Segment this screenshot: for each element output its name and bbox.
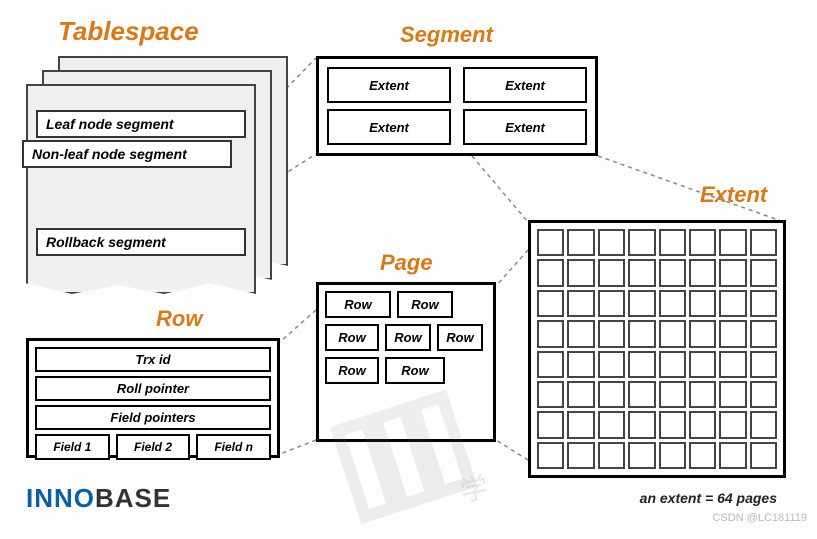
extent-page-cell: [659, 290, 686, 317]
page-row-cell: Row: [437, 324, 483, 351]
extent-page-cell: [628, 320, 655, 347]
extent-page-cell: [567, 259, 594, 286]
brand-logo: INNOBASE: [26, 483, 171, 514]
segment-extent-cell: Extent: [327, 109, 451, 145]
tablespace-leaf-segment: Leaf node segment: [36, 110, 246, 138]
page-row-cell: Row: [325, 291, 391, 318]
extent-page-cell: [719, 259, 746, 286]
credit-text: CSDN @LC181119: [712, 512, 807, 524]
extent-page-cell: [567, 290, 594, 317]
extent-page-cell: [689, 411, 716, 438]
extent-page-cell: [689, 442, 716, 469]
segment-extent-cell: Extent: [327, 67, 451, 103]
extent-page-cell: [750, 351, 777, 378]
extent-page-cell: [598, 290, 625, 317]
page-row-cell: Row: [325, 357, 379, 384]
row-field: Field 1: [35, 434, 110, 460]
extent-page-cell: [628, 229, 655, 256]
extent-page-cell: [750, 320, 777, 347]
extent-page-cell: [659, 320, 686, 347]
extent-page-cell: [689, 229, 716, 256]
extent-page-cell: [567, 229, 594, 256]
page-title: Page: [380, 250, 433, 276]
tablespace-rollback-segment: Rollback segment: [36, 228, 246, 256]
extent-page-cell: [719, 290, 746, 317]
extent-page-cell: [719, 381, 746, 408]
extent-page-cell: [719, 442, 746, 469]
extent-page-cell: [719, 351, 746, 378]
extent-page-cell: [659, 381, 686, 408]
row-field-pointers: Field pointers: [35, 405, 271, 430]
extent-page-cell: [689, 320, 716, 347]
extent-caption: an extent = 64 pages: [640, 490, 777, 506]
row-field: Field 2: [116, 434, 191, 460]
tablespace-nonleaf-segment: Non-leaf node segment: [22, 140, 232, 168]
extent-page-cell: [750, 442, 777, 469]
extent-page-cell: [659, 259, 686, 286]
page-row-cell: Row: [385, 357, 445, 384]
extent-page-cell: [689, 381, 716, 408]
extent-page-cell: [537, 442, 564, 469]
row-block: Trx id Roll pointer Field pointers Field…: [26, 338, 280, 458]
extent-page-cell: [567, 351, 594, 378]
watermark-text: 学: [456, 466, 492, 511]
extent-page-cell: [628, 351, 655, 378]
extent-page-cell: [628, 411, 655, 438]
extent-page-cell: [719, 229, 746, 256]
logo-part2: BASE: [95, 483, 171, 513]
segment-block: Extent Extent Extent Extent: [316, 56, 598, 156]
extent-page-cell: [598, 259, 625, 286]
extent-page-cell: [628, 442, 655, 469]
extent-page-cell: [537, 411, 564, 438]
extent-page-cell: [567, 320, 594, 347]
extent-page-cell: [628, 381, 655, 408]
row-roll-pointer: Roll pointer: [35, 376, 271, 401]
extent-page-cell: [719, 320, 746, 347]
page-row-cell: Row: [397, 291, 453, 318]
page-block: Row Row Row Row Row Row Row: [316, 282, 496, 442]
extent-page-cell: [750, 411, 777, 438]
row-field: Field n: [196, 434, 271, 460]
extent-page-cell: [628, 290, 655, 317]
extent-page-cell: [750, 290, 777, 317]
extent-page-cell: [689, 290, 716, 317]
extent-page-cell: [659, 229, 686, 256]
tablespace-title: Tablespace: [58, 16, 199, 47]
extent-page-cell: [719, 411, 746, 438]
extent-page-cell: [750, 381, 777, 408]
extent-block: [528, 220, 786, 478]
extent-page-cell: [750, 229, 777, 256]
extent-page-cell: [659, 351, 686, 378]
extent-page-cell: [567, 442, 594, 469]
extent-page-cell: [598, 351, 625, 378]
extent-page-cell: [689, 259, 716, 286]
extent-page-cell: [567, 411, 594, 438]
page-row-cell: Row: [325, 324, 379, 351]
extent-page-cell: [537, 290, 564, 317]
extent-page-cell: [689, 351, 716, 378]
extent-page-cell: [598, 229, 625, 256]
row-trx-id: Trx id: [35, 347, 271, 372]
segment-extent-cell: Extent: [463, 109, 587, 145]
page-row-cell: Row: [385, 324, 431, 351]
segment-extent-cell: Extent: [463, 67, 587, 103]
extent-page-cell: [537, 320, 564, 347]
extent-page-cell: [659, 411, 686, 438]
extent-page-cell: [750, 259, 777, 286]
extent-page-cell: [537, 351, 564, 378]
logo-part1: INNO: [26, 483, 95, 513]
extent-page-cell: [598, 381, 625, 408]
extent-page-cell: [598, 320, 625, 347]
extent-page-cell: [659, 442, 686, 469]
extent-page-cell: [567, 381, 594, 408]
extent-page-cell: [628, 259, 655, 286]
extent-page-cell: [537, 229, 564, 256]
extent-title: Extent: [700, 182, 767, 208]
extent-page-cell: [537, 381, 564, 408]
extent-page-cell: [598, 411, 625, 438]
segment-title: Segment: [400, 22, 493, 48]
row-title: Row: [156, 306, 202, 332]
extent-page-cell: [598, 442, 625, 469]
extent-page-cell: [537, 259, 564, 286]
